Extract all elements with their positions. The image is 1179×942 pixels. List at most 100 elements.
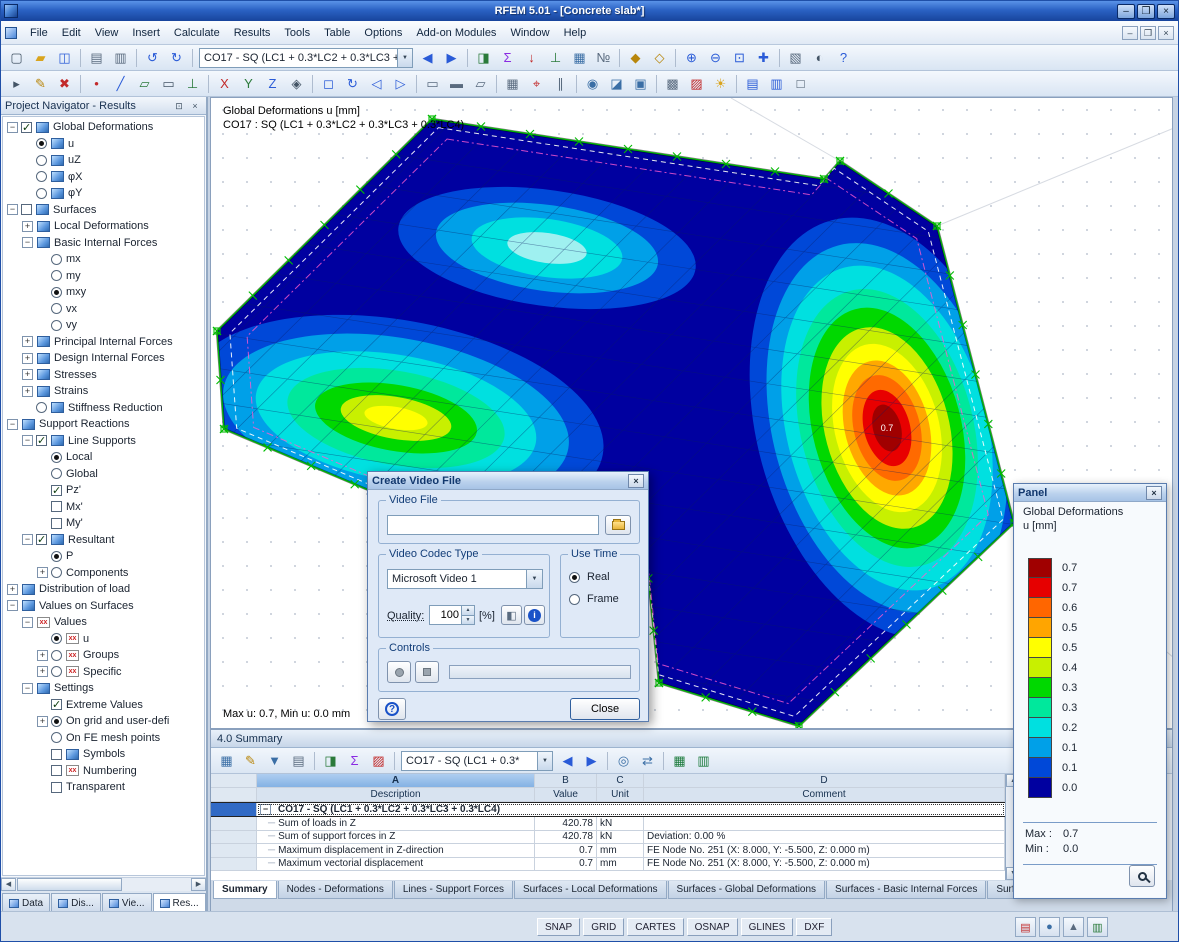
help-button[interactable]: ? [378,698,406,720]
checkbox-unchecked[interactable] [21,204,32,216]
radio-unselected[interactable] [51,649,62,661]
table-tab-summary[interactable]: Summary [213,881,277,899]
mdi-minimize-icon[interactable]: – [1122,25,1138,40]
redo-button[interactable]: ↻ [165,47,188,69]
scroll-left-icon[interactable]: ◀ [1,878,16,891]
panel-title-bar[interactable]: Panel × [1014,484,1166,502]
next-load-case-button[interactable]: ▶ [440,47,463,69]
panel-factors-button[interactable]: ● [1039,917,1060,937]
clipping-planes-button[interactable]: ◪ [605,73,628,95]
tree-item[interactable]: Mx' [3,499,204,516]
codec-info-button[interactable]: i [524,605,545,625]
view-z-button[interactable]: Z [261,73,284,95]
fe-mesh-button[interactable]: ▦ [568,47,591,69]
tree-item[interactable]: − Resultant [3,532,204,549]
radio-unselected[interactable] [36,187,47,199]
tree-item[interactable]: Transparent [3,779,204,796]
chevron-down-icon[interactable]: ▼ [537,751,552,770]
collapse-icon[interactable]: − [7,204,18,216]
menu-table[interactable]: Table [317,25,357,41]
panel-toggle-button[interactable]: ▥ [765,73,788,95]
tree-item[interactable]: My' [3,515,204,532]
column-header-d[interactable]: D [644,774,1005,787]
navigator-tab-data[interactable]: Data [2,893,51,913]
navigator-tab-vie[interactable]: Vie... [101,893,152,913]
numbering-toggle-button[interactable]: № [592,47,615,69]
radio-unselected[interactable] [51,270,62,282]
column-header-b[interactable]: B [535,774,597,787]
color-scale[interactable]: 0.7 0.7 0.6 0.5 0.5 0.4 0.3 0.3 0.2 0.1 0.1 0.0 [1028,558,1077,798]
add-on-modules-button[interactable]: ◆ [624,47,647,69]
tree-item[interactable]: + On grid and user-defi [3,713,204,730]
radio-selected[interactable] [51,550,62,562]
column-header-a[interactable]: A [257,774,535,787]
collapse-icon[interactable]: − [7,121,18,133]
tree-item[interactable]: − Global Deformations [3,119,204,136]
previous-view-button[interactable]: ◁ [365,73,388,95]
tree-item[interactable]: φX [3,169,204,186]
new-node-button[interactable]: • [85,73,108,95]
print-table-button[interactable]: ▤ [287,750,310,772]
tree-item[interactable]: P [3,548,204,565]
statusbar-toggle-dxf[interactable]: DXF [796,918,833,936]
spinner-arrows[interactable]: ▲ ▼ [461,605,475,625]
checkbox-checked[interactable] [51,484,62,497]
panel-limits-button[interactable]: ▲ [1063,917,1084,937]
generators-button[interactable]: ◇ [648,47,671,69]
solid-mode-button[interactable]: ▬ [445,73,468,95]
table-row[interactable]: ─ Maximum vectorial displacement 0.7 mm FE N… [211,857,1005,871]
view-x-button[interactable]: X [213,73,236,95]
show-results-button[interactable]: ◨ [472,47,495,69]
visibility-button[interactable]: ◉ [581,73,604,95]
zoom-out-button[interactable]: ⊖ [704,47,727,69]
result-tables-button[interactable]: ◨ [319,750,342,772]
export-excel-button[interactable]: ▦ [668,750,691,772]
delete-button[interactable]: ✖ [53,73,76,95]
checkbox-unchecked[interactable] [51,765,62,777]
sync-selection-button[interactable]: ⇄ [636,750,659,772]
scroll-track[interactable] [16,878,191,891]
tree-item[interactable]: − Values on Surfaces [3,598,204,615]
tree-item[interactable]: my [3,268,204,285]
next-table-button[interactable]: ▶ [580,750,603,772]
minimize-icon[interactable]: – [1116,3,1135,19]
open-model-button[interactable]: ▰ [29,47,52,69]
grid-toggle-button[interactable]: ▦ [501,73,524,95]
tree-item[interactable]: − Surfaces [3,202,204,219]
collapse-icon[interactable]: − [22,435,33,447]
video-file-input[interactable] [387,515,599,535]
radio-unselected[interactable] [51,303,62,315]
table-row[interactable]: ─ Sum of loads in Z 420.78 kN [211,817,1005,831]
tree-item[interactable]: − Basic Internal Forces [3,235,204,252]
checkbox-checked[interactable] [51,698,62,711]
tree-item[interactable]: + Design Internal Forces [3,350,204,367]
table-tab-surfaces-local-deformations[interactable]: Surfaces - Local Deformations [514,881,667,899]
codec-select[interactable]: Microsoft Video 1 ▼ [387,569,543,589]
menu-window[interactable]: Window [503,25,556,41]
tree-item[interactable]: φY [3,185,204,202]
show-colors-button[interactable]: ▨ [367,750,390,772]
radio-unselected[interactable] [51,732,62,744]
table-filter-button[interactable]: ▼ [263,750,286,772]
tree-item[interactable]: xx Numbering [3,763,204,780]
loads-button[interactable]: ↓ [520,47,543,69]
tree-item[interactable]: + Local Deformations [3,218,204,235]
row-gutter[interactable] [211,817,257,830]
menu-calculate[interactable]: Calculate [167,25,227,41]
render-mode-button[interactable]: ◐ [808,47,831,69]
guidelines-toggle-button[interactable]: ∥ [549,73,572,95]
panel-close-icon[interactable]: × [1146,485,1162,500]
snap-toggle-button[interactable]: ⌖ [525,73,548,95]
menu-help[interactable]: Help [557,25,594,41]
statusbar-toggle-grid[interactable]: GRID [583,918,625,936]
quality-input[interactable] [429,605,461,625]
panel-options-button[interactable] [1129,865,1155,887]
radio-unselected[interactable] [36,402,47,414]
radio-unselected[interactable] [569,593,580,605]
chevron-down-icon[interactable]: ▼ [397,48,412,67]
mdi-close-icon[interactable]: × [1158,25,1174,40]
wireframe-mode-button[interactable]: ▭ [421,73,444,95]
new-model-button[interactable]: ▢ [5,47,28,69]
checkbox-checked[interactable] [36,533,47,546]
search-table-button[interactable]: ◎ [612,750,635,772]
